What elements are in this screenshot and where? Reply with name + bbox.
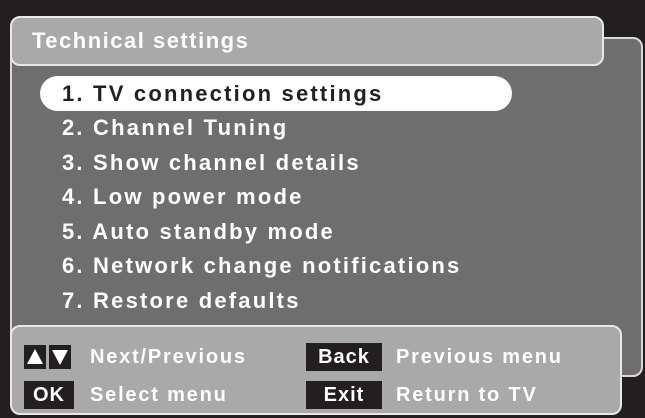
next-previous-hint: Next/Previous — [90, 346, 247, 368]
select-menu-hint: Select menu — [90, 384, 228, 406]
previous-menu-hint: Previous menu — [396, 346, 563, 368]
ok-key: OK — [24, 381, 74, 409]
settings-menu: 1. TV connection settings 2. Channel Tun… — [40, 76, 542, 318]
menu-item-restore-defaults[interactable]: 7. Restore defaults — [40, 284, 542, 319]
menu-item-channel-tuning[interactable]: 2. Channel Tuning — [40, 111, 542, 146]
exit-key: Exit — [306, 381, 382, 409]
down-arrow-key-icon — [49, 345, 71, 369]
return-to-tv-hint: Return to TV — [396, 384, 538, 406]
back-key: Back — [306, 343, 382, 371]
menu-item-tv-connection-settings[interactable]: 1. TV connection settings — [40, 76, 512, 111]
page-title: Technical settings — [10, 16, 604, 66]
menu-item-show-channel-details[interactable]: 3. Show channel details — [40, 146, 542, 181]
menu-item-network-change-notifications[interactable]: 6. Network change notifications — [40, 249, 542, 284]
menu-item-low-power-mode[interactable]: 4. Low power mode — [40, 180, 542, 215]
menu-item-auto-standby-mode[interactable]: 5. Auto standby mode — [40, 215, 542, 250]
up-arrow-key-icon — [24, 345, 46, 369]
